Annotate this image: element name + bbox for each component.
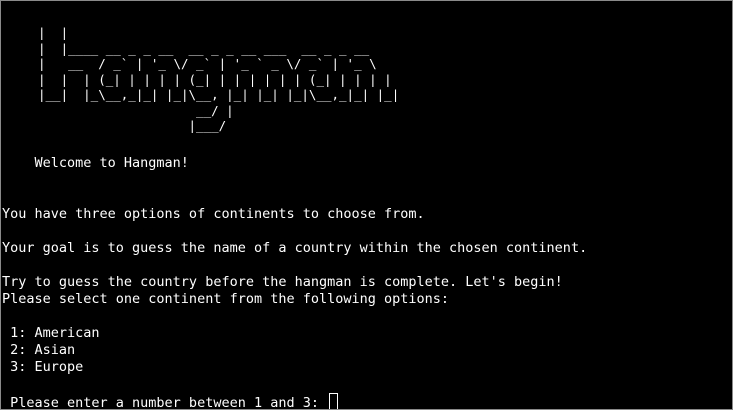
input-line[interactable]: Please enter a number between 1 and 3: xyxy=(2,393,339,410)
input-prompt-text: Please enter a number between 1 and 3: xyxy=(2,395,328,410)
banner-line: | | xyxy=(38,25,69,40)
intro-begin-text: Try to guess the country before the hang… xyxy=(2,274,563,290)
text-cursor[interactable] xyxy=(329,393,339,409)
banner-line: __/ | xyxy=(38,102,234,118)
terminal-window[interactable]: | | | |____ __ _ _ __ __ _ _ __ ___ __ _… xyxy=(0,0,733,410)
banner-line: |__| |_\__,_|_| |_|\__, |_| |_| |_|\__,_… xyxy=(38,87,400,102)
intro-options-text: You have three options of continents to … xyxy=(2,206,425,222)
option-item: 3: Europe xyxy=(2,359,84,375)
banner-line: | | | (_| | | | | (_| | | | | | | (_| | … xyxy=(38,71,392,87)
banner-line: |___/ xyxy=(38,118,227,133)
intro-goal-text: Your goal is to guess the name of a coun… xyxy=(2,240,588,256)
hangman-ascii-banner: | | | |____ __ _ _ __ __ _ _ __ ___ __ _… xyxy=(38,25,399,134)
option-item: 2: Asian xyxy=(2,342,76,358)
select-prompt-text: Please select one continent from the fol… xyxy=(2,291,450,307)
welcome-text: Welcome to Hangman! xyxy=(2,155,189,171)
banner-line: | __ / _` | '_ \/ _` | '_ ` _ \/ _` | '_… xyxy=(38,56,377,71)
banner-line: | |____ __ _ _ __ __ _ _ __ ___ __ _ _ _… xyxy=(38,40,370,56)
option-item: 1: American xyxy=(2,325,100,341)
